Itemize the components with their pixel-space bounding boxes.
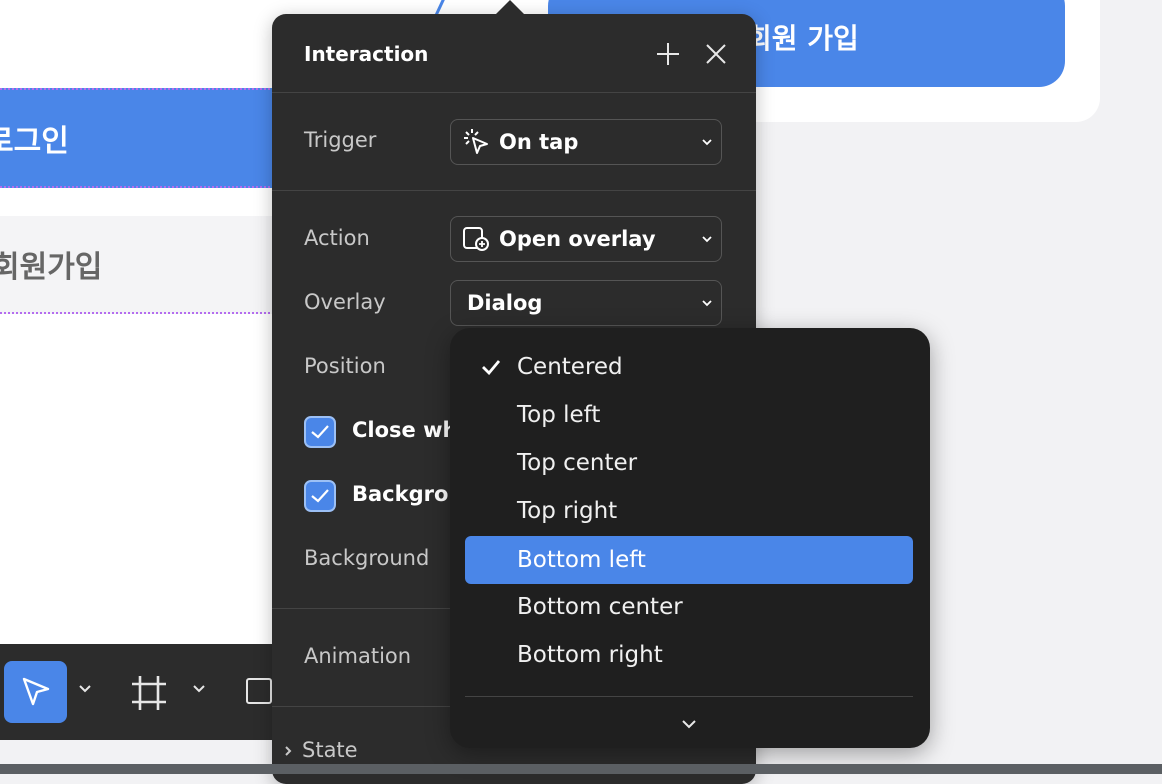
tap-cursor-icon xyxy=(461,127,491,157)
trigger-select[interactable]: On tap xyxy=(450,119,722,165)
chevron-down-icon xyxy=(693,235,721,243)
canvas-background-lower xyxy=(0,314,300,644)
menu-item-label: Top center xyxy=(517,450,638,476)
checkmark-icon xyxy=(311,489,329,503)
menu-item-label: Top left xyxy=(517,402,601,428)
canvas-login-label: 로그인 xyxy=(0,124,69,159)
animation-label: Animation xyxy=(304,644,412,668)
add-icon[interactable] xyxy=(656,42,680,66)
chevron-down-icon xyxy=(693,138,721,146)
action-value: Open overlay xyxy=(499,227,656,251)
frame-tool-button[interactable] xyxy=(130,674,168,716)
move-tool-button[interactable] xyxy=(4,661,67,723)
canvas-gap xyxy=(0,188,290,216)
canvas-signup-label: 회원 가입 xyxy=(746,22,859,55)
menu-item-top-right[interactable]: Top right xyxy=(465,487,913,535)
close-when-label: Close wh xyxy=(352,418,458,442)
close-icon[interactable] xyxy=(704,42,728,66)
frame-tool-chevron-down-icon[interactable] xyxy=(192,682,206,698)
overlay-select[interactable]: Dialog xyxy=(450,280,722,326)
checkmark-icon xyxy=(311,425,329,439)
chevron-right-icon xyxy=(284,738,292,762)
background-check-label: Backgrou xyxy=(352,482,464,506)
scroll-down-chevron-icon[interactable] xyxy=(678,716,700,732)
menu-item-bottom-center[interactable]: Bottom center xyxy=(465,583,913,631)
canvas-register-label: 회원가입 xyxy=(0,250,103,285)
menu-item-label: Bottom center xyxy=(517,594,683,620)
trigger-label: Trigger xyxy=(304,128,377,152)
rectangle-tool-icon[interactable] xyxy=(246,678,272,704)
move-tool-chevron-down-icon[interactable] xyxy=(78,682,92,698)
close-when-checkbox[interactable] xyxy=(304,416,336,448)
menu-item-bottom-left[interactable]: Bottom left xyxy=(465,536,913,584)
menu-item-bottom-right[interactable]: Bottom right xyxy=(465,631,913,679)
divider xyxy=(272,92,756,93)
window-bottom-bar xyxy=(0,764,1162,774)
panel-title: Interaction xyxy=(304,42,429,66)
menu-item-centered[interactable]: Centered xyxy=(465,343,913,391)
action-label: Action xyxy=(304,226,370,250)
state-label: State xyxy=(302,738,358,762)
open-overlay-icon xyxy=(461,224,491,254)
chevron-down-icon xyxy=(693,299,721,307)
position-dropdown-menu: Centered Top left Top center Top right B… xyxy=(450,328,930,748)
divider xyxy=(272,190,756,191)
menu-item-label: Bottom left xyxy=(517,547,646,573)
action-select[interactable]: Open overlay xyxy=(450,216,722,262)
cursor-icon xyxy=(22,677,49,706)
menu-item-top-center[interactable]: Top center xyxy=(465,439,913,487)
menu-item-top-left[interactable]: Top left xyxy=(465,391,913,439)
overlay-label: Overlay xyxy=(304,290,386,314)
checkmark-icon xyxy=(465,359,517,375)
panel-pointer xyxy=(494,0,526,16)
menu-divider xyxy=(465,696,913,697)
background-checkbox[interactable] xyxy=(304,480,336,512)
overlay-value: Dialog xyxy=(467,291,543,315)
background-label: Background xyxy=(304,546,430,570)
state-section-toggle[interactable]: State xyxy=(284,738,358,762)
trigger-value: On tap xyxy=(499,130,579,154)
menu-item-label: Bottom right xyxy=(517,642,663,668)
menu-item-label: Centered xyxy=(517,354,623,380)
canvas-register-link[interactable]: 회원가입 xyxy=(0,216,290,314)
canvas-login-button[interactable]: 로그인 xyxy=(0,88,290,188)
position-label: Position xyxy=(304,354,386,378)
menu-item-label: Top right xyxy=(517,498,618,524)
frame-icon xyxy=(132,676,166,710)
